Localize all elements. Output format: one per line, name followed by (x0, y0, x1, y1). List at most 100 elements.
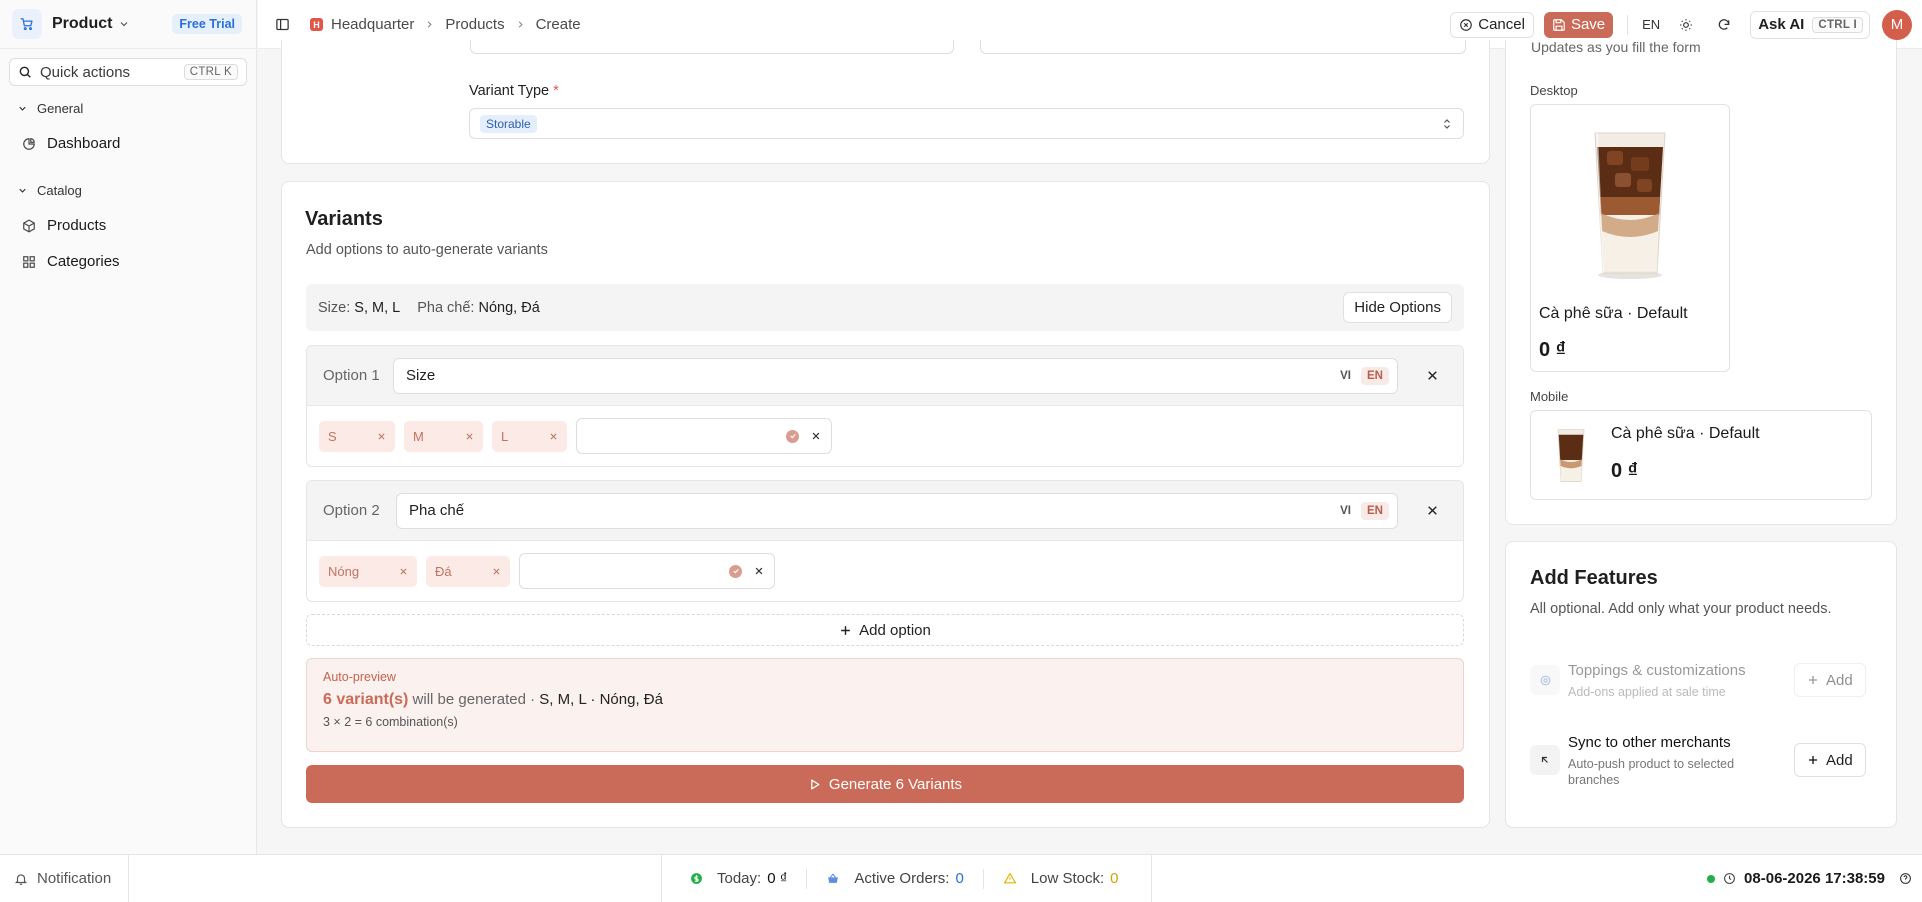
chip-label: S (328, 428, 337, 444)
generate-variants-button[interactable]: Generate 6 Variants (306, 765, 1464, 803)
close-icon[interactable] (811, 431, 821, 441)
product-price: 0 ₫ (1539, 339, 1566, 361)
topbar-actions: Cancel Save EN Ask AI CTRL I M (1450, 9, 1912, 40)
close-icon[interactable] (465, 432, 474, 441)
check-icon[interactable] (786, 429, 799, 443)
dollar-icon (691, 873, 702, 884)
remove-option-icon[interactable] (1420, 504, 1444, 517)
add-toppings-button[interactable]: Add (1794, 663, 1866, 697)
chip-label: L (501, 428, 509, 444)
option-header: Option 1 Size VI EN (307, 346, 1463, 406)
quick-actions-input[interactable]: Quick actions CTRL K (9, 58, 247, 86)
close-icon[interactable] (399, 567, 408, 576)
lang-tab-en[interactable]: EN (1361, 366, 1389, 385)
refresh-icon[interactable] (1710, 11, 1738, 39)
product-name: Cà phê sữa · Default (1611, 425, 1760, 442)
option-name-input[interactable]: Size VI EN (393, 357, 1398, 394)
low-stock: Low Stock: 0 (1003, 870, 1119, 887)
preview-summary: 6 variant(s) will be generated · S, M, L… (323, 691, 1447, 709)
today-revenue: Today: 0 ₫ (690, 870, 787, 887)
chevron-right-icon (515, 19, 526, 30)
options-summary: Size: S, M, L Pha chế: Nóng, Đá Hide Opt… (306, 284, 1464, 331)
value-chip[interactable]: L (492, 420, 567, 452)
value-chip[interactable]: M (404, 420, 483, 452)
field-partial (470, 40, 954, 54)
sidebar-item-dashboard[interactable]: Dashboard (22, 135, 120, 152)
notification-button[interactable]: Notification (0, 855, 129, 902)
orders-value: 0 (955, 870, 964, 887)
play-icon (811, 779, 820, 789)
section-label: General (37, 101, 84, 116)
stock-value: 0 (1110, 870, 1119, 887)
shortcut-badge: CTRL I (1812, 16, 1863, 33)
lang-tab-en[interactable]: EN (1361, 501, 1389, 520)
new-value-input[interactable] (576, 418, 832, 454)
add-option-button[interactable]: Add option (306, 614, 1464, 646)
check-icon[interactable] (729, 564, 742, 578)
variant-type-select[interactable]: Storable (469, 108, 1464, 139)
combination-calc: 3 × 2 = 6 combination(s) (323, 715, 458, 729)
app: Product Free Trial Quick actions CTRL K … (0, 0, 1922, 902)
value-chip[interactable]: Nóng (319, 555, 417, 587)
product-price: 0 ₫ (1611, 460, 1638, 482)
hide-options-button[interactable]: Hide Options (1343, 292, 1452, 323)
ask-ai-button[interactable]: Ask AI CTRL I (1750, 10, 1870, 39)
save-button[interactable]: Save (1543, 11, 1614, 38)
new-value-input[interactable] (519, 553, 775, 589)
sidebar-item-categories[interactable]: Categories (22, 253, 120, 270)
label-text: Variant Type (469, 83, 550, 99)
floppy-icon (1553, 18, 1565, 31)
summary-values: Nóng, Đá (478, 299, 540, 316)
chevron-down-icon (17, 103, 28, 114)
box-icon (22, 218, 36, 233)
option-label: Option 2 (323, 502, 380, 519)
breadcrumb-headquarter[interactable]: Headquarter (331, 16, 414, 33)
product-image (1587, 127, 1673, 281)
sidebar-item-label: Dashboard (47, 135, 121, 152)
brand-switcher[interactable]: Product Free Trial (0, 0, 256, 49)
help-icon[interactable] (1899, 872, 1912, 885)
cancel-label: Cancel (1478, 16, 1525, 33)
add-sync-button[interactable]: Add (1794, 743, 1866, 777)
option-values: Nóng Đá (307, 541, 1463, 601)
arrow-up-left-icon (1530, 745, 1560, 775)
lang-tab-vi[interactable]: VI (1334, 502, 1357, 520)
settings-icon (1530, 665, 1560, 695)
close-icon[interactable] (377, 432, 386, 441)
add-option-label: Add option (859, 621, 931, 639)
notification-label: Notification (37, 870, 112, 887)
variant-type-label: Variant Type * (469, 83, 559, 99)
avatar[interactable]: M (1882, 9, 1912, 40)
close-icon[interactable] (754, 566, 764, 576)
sun-icon[interactable] (1672, 11, 1700, 39)
divider (982, 868, 984, 889)
section-general[interactable]: General (17, 101, 83, 116)
close-icon[interactable] (492, 567, 501, 576)
grid-icon (22, 255, 36, 269)
section-label: Catalog (37, 183, 82, 198)
lang-tab-vi[interactable]: VI (1334, 367, 1357, 385)
stock-label: Low Stock: (1030, 870, 1105, 887)
remove-option-icon[interactable] (1420, 369, 1444, 382)
option-name-input[interactable]: Pha chế VI EN (396, 492, 1398, 529)
product-thumbnail (1555, 427, 1587, 485)
status-metrics: Today: 0 ₫ Active Orders: 0 Low Stock: 0 (661, 855, 1152, 902)
section-catalog[interactable]: Catalog (17, 183, 82, 198)
language-switch[interactable]: EN (1642, 17, 1660, 32)
shortcut-badge: CTRL K (183, 64, 238, 80)
sidebar-toggle-icon[interactable] (275, 17, 290, 35)
save-label: Save (1570, 16, 1606, 33)
feature-desc: Auto-push product to selected branches (1568, 757, 1735, 787)
option-2: Option 2 Pha chế VI EN Nóng Đá (306, 480, 1464, 602)
breadcrumb-products[interactable]: Products (445, 16, 504, 33)
today-label: Today: (717, 870, 762, 887)
close-icon[interactable] (549, 432, 558, 441)
basket-icon (828, 873, 839, 883)
value-chip[interactable]: Đá (426, 555, 510, 587)
sidebar: Product Free Trial Quick actions CTRL K … (0, 0, 257, 854)
sidebar-item-products[interactable]: Products (22, 217, 106, 234)
chevron-down-icon (118, 18, 130, 30)
value-chip[interactable]: S (319, 420, 395, 452)
brand-name: Product (52, 15, 113, 32)
cancel-button[interactable]: Cancel (1450, 11, 1534, 38)
